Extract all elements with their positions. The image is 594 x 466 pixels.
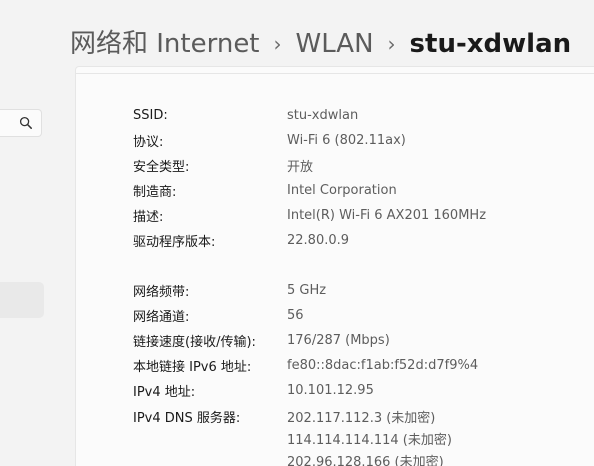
- property-label: IPv4 地址:: [133, 385, 196, 400]
- property-label: 本地链接 IPv6 地址:: [133, 360, 252, 375]
- property-row: 网络通道: 56: [133, 303, 573, 328]
- property-row: SSID: stu-xdwlan: [133, 103, 573, 128]
- property-row: IPv4 DNS 服务器: 202.117.112.3 (未加密) 114.11…: [133, 403, 573, 466]
- property-label: 安全类型:: [133, 160, 190, 175]
- breadcrumb-separator: ›: [387, 32, 396, 56]
- page-title: stu-xdwlan: [409, 29, 572, 59]
- search-icon[interactable]: [19, 116, 33, 130]
- property-label: 制造商:: [133, 185, 177, 200]
- property-row: 制造商: Intel Corporation: [133, 178, 573, 203]
- search-input[interactable]: [0, 109, 42, 137]
- property-row: 本地链接 IPv6 地址: fe80::8dac:f1ab:f52d:d7f9%…: [133, 353, 573, 378]
- card-divider: [76, 73, 594, 74]
- property-label: SSID:: [133, 108, 168, 123]
- property-row: 描述: Intel(R) Wi-Fi 6 AX201 160MHz: [133, 203, 573, 228]
- settings-window: 网络和 Internet › WLAN › stu-xdwlan SSID: s…: [0, 0, 594, 466]
- property-value: Wi-Fi 6 (802.11ax): [287, 133, 406, 148]
- property-label: 网络通道:: [133, 310, 190, 325]
- dns-server-value: 114.114.114.114 (未加密): [287, 433, 452, 448]
- property-value: fe80::8dac:f1ab:f52d:d7f9%4: [287, 358, 479, 373]
- property-row: 驱动程序版本: 22.80.0.9: [133, 228, 573, 253]
- property-label: IPv4 DNS 服务器:: [133, 411, 241, 426]
- property-value: 10.101.12.95: [287, 383, 374, 398]
- property-label: 链接速度(接收/传输):: [133, 335, 256, 350]
- property-value: 56: [287, 308, 304, 323]
- property-label: 协议:: [133, 135, 164, 150]
- property-value: Intel Corporation: [287, 183, 397, 198]
- property-value: 开放: [287, 160, 314, 175]
- property-value-list: 202.117.112.3 (未加密) 114.114.114.114 (未加密…: [287, 407, 452, 466]
- property-value: 5 GHz: [287, 283, 327, 298]
- property-label: 网络频带:: [133, 285, 190, 300]
- sidebar-selected-item[interactable]: [0, 282, 44, 318]
- property-row: 网络频带: 5 GHz: [133, 278, 573, 303]
- property-value: stu-xdwlan: [287, 108, 359, 123]
- property-value: 22.80.0.9: [287, 233, 350, 248]
- property-row: 安全类型: 开放: [133, 153, 573, 178]
- breadcrumb-network-internet[interactable]: 网络和 Internet: [70, 24, 260, 64]
- property-row: 链接速度(接收/传输): 176/287 (Mbps): [133, 328, 573, 353]
- dns-server-value: 202.96.128.166 (未加密): [287, 455, 444, 466]
- properties-list: SSID: stu-xdwlan 协议: Wi-Fi 6 (802.11ax) …: [133, 103, 573, 466]
- property-label: 描述:: [133, 210, 164, 225]
- breadcrumb-wlan[interactable]: WLAN: [296, 24, 374, 64]
- breadcrumb: 网络和 Internet › WLAN › stu-xdwlan: [70, 24, 571, 64]
- property-row: 协议: Wi-Fi 6 (802.11ax): [133, 128, 573, 153]
- property-value: 176/287 (Mbps): [287, 333, 390, 348]
- property-label: 驱动程序版本:: [133, 235, 216, 250]
- property-value: Intel(R) Wi-Fi 6 AX201 160MHz: [287, 208, 487, 223]
- property-row: IPv4 地址: 10.101.12.95: [133, 378, 573, 403]
- breadcrumb-separator: ›: [273, 32, 282, 56]
- dns-server-value: 202.117.112.3 (未加密): [287, 411, 436, 426]
